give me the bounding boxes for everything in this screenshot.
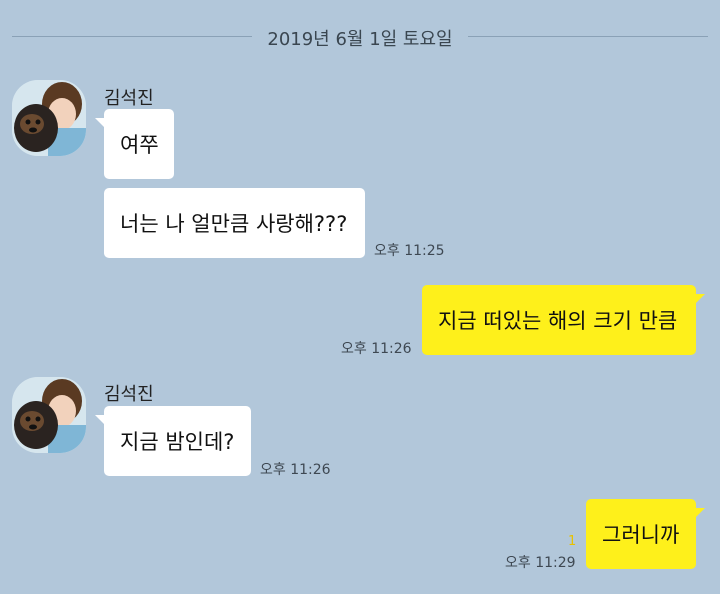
sender-avatar[interactable] xyxy=(12,80,86,156)
message-time: 오후 11:26 xyxy=(260,462,331,478)
message-time: 오후 11:26 xyxy=(341,341,412,357)
message-text: 여쭈 xyxy=(120,133,159,157)
message-text: 그러니까 xyxy=(602,523,680,547)
message-time: 오후 11:29 xyxy=(505,555,576,571)
message-bubble[interactable]: 너는 나 얼만큼 사랑해??? xyxy=(104,188,365,258)
message-time: 오후 11:25 xyxy=(374,243,445,259)
message-bubble-outgoing[interactable]: 그러니까 xyxy=(586,499,705,569)
message-bubble[interactable]: 여쭈 xyxy=(95,109,174,179)
message-text: 너는 나 얼만큼 사랑해??? xyxy=(120,212,348,236)
sender-name: 김석진 xyxy=(104,88,154,109)
message-text: 지금 떠있는 해의 크기 만큼 xyxy=(438,309,678,333)
avatar-photo-icon xyxy=(12,377,86,453)
bubble-tail xyxy=(695,508,705,518)
date-divider-text: 2019년 6월 1일 토요일 xyxy=(267,29,453,50)
message-bubble[interactable]: 지금 밤인데? xyxy=(95,406,251,476)
date-divider: 2019년 6월 1일 토요일 xyxy=(12,22,708,52)
bubble-tail xyxy=(95,118,105,128)
bubble-tail xyxy=(95,415,105,425)
bubble-tail xyxy=(695,294,705,304)
divider-line-right xyxy=(468,36,708,37)
message-text: 지금 밤인데? xyxy=(120,430,235,454)
message-bubble-outgoing[interactable]: 지금 떠있는 해의 크기 만큼 xyxy=(422,285,705,355)
sender-avatar[interactable] xyxy=(12,377,86,453)
unread-count: 1 xyxy=(568,534,577,549)
sender-name: 김석진 xyxy=(104,384,154,405)
avatar-photo-icon xyxy=(12,80,86,156)
